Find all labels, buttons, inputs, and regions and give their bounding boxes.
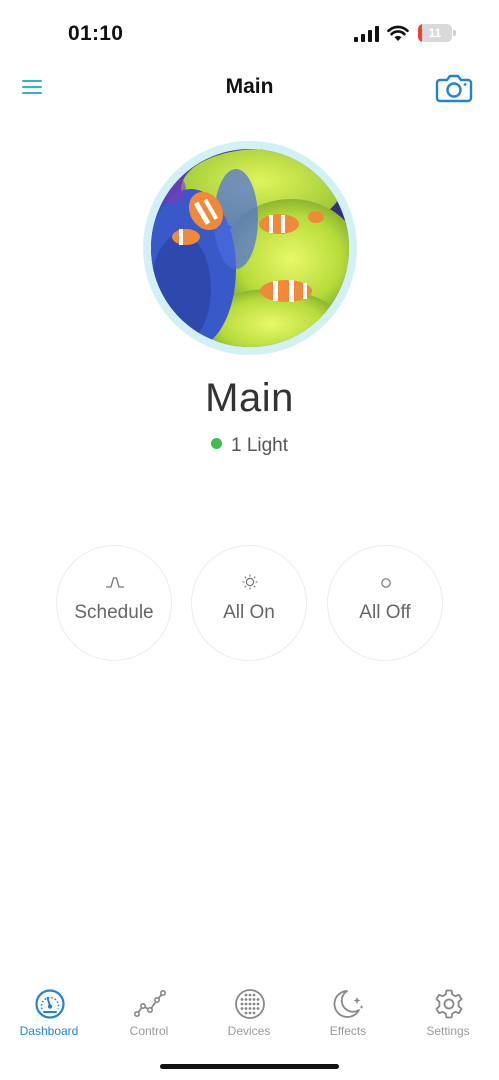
sun-icon (242, 574, 258, 590)
all-off-button[interactable]: All Off (327, 545, 443, 661)
home-indicator (160, 1064, 339, 1069)
all-on-label: All On (223, 602, 275, 623)
battery-level: 11 (428, 26, 442, 40)
page-title: Main (225, 75, 274, 98)
wifi-icon (387, 25, 409, 41)
all-off-label: All Off (359, 602, 411, 623)
tab-effects[interactable]: Effects (303, 980, 393, 1044)
control-graph-icon (134, 989, 166, 1017)
tab-settings[interactable]: Settings (403, 980, 493, 1044)
gear-icon (435, 989, 463, 1019)
schedule-wave-icon (106, 577, 124, 588)
tab-effects-label: Effects (329, 1024, 367, 1038)
cellular-signal-icon (354, 26, 379, 42)
devices-grid-icon (235, 989, 265, 1019)
tank-name: Main (205, 376, 294, 420)
circle-off-icon (381, 578, 391, 588)
light-status: 1 Light (0, 435, 499, 457)
schedule-label: Schedule (74, 602, 154, 623)
tab-settings-label: Settings (426, 1024, 470, 1038)
tab-control[interactable]: Control (104, 980, 194, 1044)
status-dot-icon (210, 438, 222, 450)
tab-dashboard-label: Dashboard (19, 1024, 79, 1038)
schedule-button[interactable]: Schedule (56, 545, 172, 661)
camera-icon[interactable] (435, 72, 473, 104)
status-bar: 01:10 11 (0, 0, 499, 66)
tab-devices-label: Devices (227, 1024, 271, 1038)
header: Main (0, 66, 499, 110)
aquarium-clownfish-photo[interactable] (151, 149, 349, 347)
battery-icon: 11 (418, 24, 456, 42)
moon-stars-icon (333, 990, 364, 1018)
light-count: 1 Light (230, 435, 289, 456)
status-time: 01:10 (68, 22, 124, 45)
tab-control-label: Control (129, 1024, 169, 1038)
tab-bar: Dashboard Control Devices Effects Settin… (0, 980, 499, 1050)
dashboard-gauge-icon (35, 989, 65, 1019)
tab-devices[interactable]: Devices (204, 980, 294, 1044)
all-on-button[interactable]: All On (191, 545, 307, 661)
tab-dashboard[interactable]: Dashboard (4, 980, 94, 1044)
